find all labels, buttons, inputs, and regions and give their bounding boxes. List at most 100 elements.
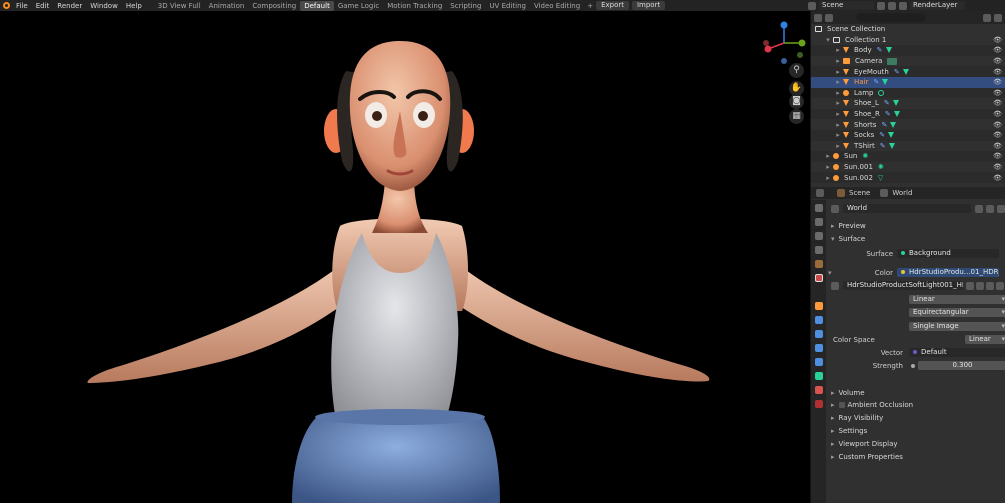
menu-edit[interactable]: Edit [36,2,50,10]
surface-shader-field[interactable]: Background [897,249,999,258]
sun-data-icon[interactable]: ✺ [878,163,884,171]
outliner-item-lamp[interactable]: ▸ Lamp 👁 [811,87,1005,99]
tab-compositing[interactable]: Compositing [248,1,300,11]
expand-arrow-icon[interactable]: ▸ [835,142,841,150]
fake-user-icon[interactable] [966,281,974,290]
modifier-wrench-icon[interactable]: ✎ [873,78,879,86]
outliner-item-shorts[interactable]: ▸ Shorts ✎ 👁 [811,119,1005,130]
visibility-eye-icon[interactable]: 👁 [993,110,1002,118]
visibility-eye-icon[interactable]: 👁 [993,121,1002,129]
source-select[interactable]: Single Image [909,322,1005,331]
modifier-wrench-icon[interactable]: ✎ [877,46,883,54]
vector-input-field[interactable]: Default [909,348,1005,357]
particles-tab-icon[interactable] [815,330,823,338]
tab-scripting[interactable]: Scripting [446,1,485,11]
visibility-eye-icon[interactable]: 👁 [993,78,1002,86]
material-tab-icon[interactable] [815,386,823,394]
fake-user-icon[interactable] [975,204,983,213]
expand-arrow-icon[interactable]: ▸ [835,89,841,97]
outliner-item-sun-001[interactable]: ▸ Sun.001 ✺ 👁 [811,162,1005,173]
expand-arrow-icon[interactable]: ▸ [825,152,831,160]
visibility-eye-icon[interactable]: 👁 [993,89,1002,97]
mesh-data-icon[interactable] [888,132,895,139]
menu-file[interactable]: File [16,2,28,10]
expand-arrow-icon[interactable]: ▸ [835,68,841,76]
filter-icon[interactable] [983,13,991,22]
mesh-data-icon[interactable] [885,47,892,54]
expand-arrow-icon[interactable]: ▸ [835,131,841,139]
outliner-item-shoe-l[interactable]: ▸ Shoe_L ✎ 👁 [811,98,1005,109]
menu-render[interactable]: Render [57,2,82,10]
camera-data-icon[interactable] [887,57,898,65]
gizmo-z-axis[interactable] [780,21,788,29]
expand-arrow-icon[interactable]: ▸ [825,174,831,182]
data-tab-icon[interactable] [815,372,823,380]
blender-logo-icon[interactable] [2,1,12,10]
duplicate-icon[interactable] [976,281,984,290]
strength-slider[interactable]: 0.300 [918,361,1005,370]
output-tab-icon[interactable] [815,232,823,240]
outliner-item-sun-002[interactable]: ▸ Sun.002 ▽ 👁 [811,172,1005,183]
visibility-eye-icon[interactable]: 👁 [993,68,1002,76]
scene-field[interactable]: Scene [819,1,874,10]
editor-type-icon[interactable] [814,13,822,22]
tab-animation[interactable]: Animation [205,1,249,11]
outliner-item-body[interactable]: ▸ Body ✎ 👁 [811,45,1005,56]
image-name-field[interactable]: HdrStudioProductSoftLight001_HDR_4K... [843,281,963,290]
ambient-occlusion-checkbox[interactable] [838,402,845,409]
visibility-eye-icon[interactable]: 👁 [993,36,1002,44]
panel-ray-visibility[interactable]: ▸ Ray Visibility [829,413,1005,424]
modifier-wrench-icon[interactable]: ✎ [881,121,887,129]
outliner-search-input[interactable] [856,13,926,22]
tab-video-editing[interactable]: Video Editing [530,1,584,11]
menu-window[interactable]: Window [90,2,118,10]
modifier-wrench-icon[interactable]: ✎ [884,99,890,107]
new-collection-icon[interactable] [994,13,1002,22]
color-space-select[interactable]: Linear [965,335,1005,344]
visibility-eye-icon[interactable]: 👁 [993,131,1002,139]
view-layer-icon[interactable] [899,1,907,10]
duplicate-icon[interactable] [986,204,994,213]
outliner-item-shoe-r[interactable]: ▸ Shoe_R ✎ 👁 [811,108,1005,120]
panel-custom-properties[interactable]: ▸ Custom Properties [829,451,1005,462]
physics-tab-icon[interactable] [815,344,823,352]
new-scene-icon[interactable] [877,1,885,10]
gizmo-x-axis[interactable] [764,45,772,53]
modifier-wrench-icon[interactable]: ✎ [879,131,885,139]
color-input-field[interactable]: HdrStudioProdu...01_HDR_4K.exr [897,268,999,277]
mesh-data-icon[interactable] [890,121,897,128]
visibility-eye-icon[interactable]: 👁 [993,174,1002,182]
visibility-eye-icon[interactable]: 👁 [993,142,1002,150]
outliner-root[interactable]: Scene Collection [811,24,1005,35]
expand-arrow-icon[interactable]: ▸ [825,163,831,171]
tab-game-logic[interactable]: Game Logic [334,1,383,11]
outliner-item-collection-1[interactable]: ▾ Collection 1 👁 [811,35,1005,46]
menu-help[interactable]: Help [126,2,142,10]
import-button[interactable]: Import [631,1,666,10]
add-workspace-button[interactable]: + [587,2,593,10]
unlink-icon[interactable] [996,281,1004,290]
projection-select[interactable]: Equirectangular [909,308,1005,317]
sun-data-icon[interactable]: ✺ [862,152,868,160]
outliner-item-eyemouth[interactable]: ▸ EyeMouth ✎ 👁 [811,66,1005,77]
interpolation-select[interactable]: Linear [909,295,1005,304]
outliner-item-socks[interactable]: ▸ Socks ✎ 👁 [811,129,1005,141]
panel-viewport-display[interactable]: ▸ Viewport Display [829,438,1005,449]
export-button[interactable]: Export [596,1,629,10]
world-name-field[interactable]: World [843,204,971,213]
expand-arrow-icon[interactable]: ▸ [835,78,841,86]
panel-ambient-occlusion[interactable]: ▸ Ambient Occlusion [829,400,1005,411]
unlink-icon[interactable] [997,204,1005,213]
constraints-tab-icon[interactable] [815,358,823,366]
expand-arrow-icon[interactable]: ▸ [835,46,841,54]
panel-surface[interactable]: ▾ Surface [829,233,1005,244]
view-layer-field[interactable]: RenderLayer [910,1,965,10]
view-layer-tab-icon[interactable] [815,246,823,254]
object-tab-icon[interactable] [815,302,823,310]
scene-icon[interactable] [808,1,816,10]
texture-tab-icon[interactable] [815,400,823,408]
outliner-item-tshirt[interactable]: ▸ TShirt ✎ 👁 [811,141,1005,152]
modifier-wrench-icon[interactable]: ✎ [894,68,900,76]
expand-arrow-icon[interactable]: ▸ [835,121,841,129]
outliner-item-camera[interactable]: ▸ Camera 👁 [811,56,1005,67]
